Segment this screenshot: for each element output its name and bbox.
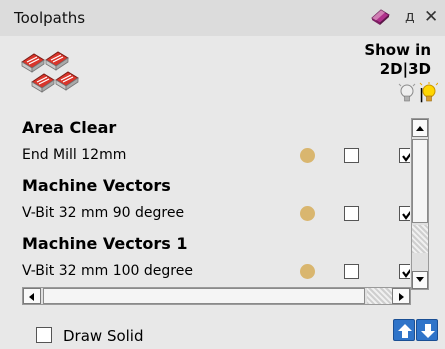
toolpath-color-dot <box>300 264 315 279</box>
bulb-off-icon <box>398 83 416 102</box>
horizontal-scroll-thumb[interactable] <box>43 288 365 304</box>
panel-title-bar: Toolpaths д ✕ <box>0 0 445 36</box>
toolpath-row[interactable]: End Mill 12mm <box>20 141 410 170</box>
scroll-up-button[interactable] <box>412 119 428 137</box>
toolpath-group-row[interactable]: Machine Vectors <box>20 170 410 199</box>
toolpath-group-row[interactable]: Area Clear <box>20 112 410 141</box>
horizontal-scroll-track[interactable] <box>367 288 392 304</box>
show-3d-checkbox[interactable] <box>399 206 410 221</box>
show-3d-checkbox[interactable] <box>399 264 410 279</box>
move-up-button[interactable] <box>393 319 415 341</box>
toolpaths-panel: Show in 2D|3D | Area Clear End Mill 12mm… <box>0 36 445 349</box>
show-2d-checkbox[interactable] <box>344 264 359 279</box>
eraser-icon[interactable] <box>369 8 391 26</box>
scroll-right-button[interactable] <box>392 288 410 304</box>
show-in-label: Show in <box>364 41 431 59</box>
toolpath-row[interactable]: V-Bit 32 mm 100 degree <box>20 257 410 286</box>
arrow-up-icon <box>398 324 412 338</box>
arrow-down-icon <box>421 324 435 338</box>
pin-icon[interactable]: д <box>405 8 417 26</box>
group-label: Area Clear <box>22 118 117 137</box>
show-2d-checkbox[interactable] <box>344 148 359 163</box>
toolpath-list: Area Clear End Mill 12mm Machine Vectors… <box>20 112 410 286</box>
vertical-scroll-thumb[interactable] <box>412 139 428 223</box>
toolpath-group-row[interactable]: Machine Vectors 1 <box>20 228 410 257</box>
show-in-icons: | <box>398 82 439 104</box>
group-label: Machine Vectors <box>22 176 171 195</box>
toolpath-color-dot <box>300 206 315 221</box>
close-icon[interactable]: ✕ <box>424 8 440 26</box>
toolpath-label: End Mill 12mm <box>22 147 127 163</box>
show-2d-checkbox[interactable] <box>344 206 359 221</box>
panel-title: Toolpaths <box>14 9 86 27</box>
horizontal-scrollbar[interactable] <box>22 287 411 305</box>
show-in-header: Show in 2D|3D <box>364 41 431 79</box>
scroll-left-button[interactable] <box>23 288 41 304</box>
vertical-scrollbar[interactable] <box>411 118 429 290</box>
show-in-2d3d-label: 2D|3D <box>379 60 431 78</box>
draw-solid-label: Draw Solid <box>63 327 144 345</box>
toolpaths-logo-icon <box>20 50 94 96</box>
toolpath-row[interactable]: V-Bit 32 mm 90 degree <box>20 199 410 228</box>
scroll-down-button[interactable] <box>412 271 428 289</box>
show-3d-checkbox[interactable] <box>399 148 410 163</box>
toolpath-label: V-Bit 32 mm 90 degree <box>22 205 185 221</box>
move-down-button[interactable] <box>416 319 438 341</box>
draw-solid-checkbox[interactable] <box>36 327 52 343</box>
vertical-scroll-track[interactable] <box>412 225 428 253</box>
group-label: Machine Vectors 1 <box>22 234 188 253</box>
toolpath-label: V-Bit 32 mm 100 degree <box>22 263 193 279</box>
toolpath-color-dot <box>300 148 315 163</box>
